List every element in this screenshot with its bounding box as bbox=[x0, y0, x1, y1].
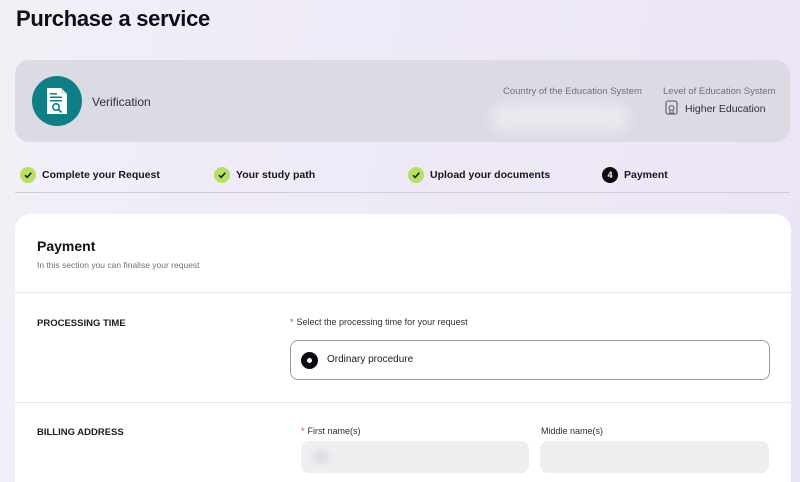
level-label: Level of Education System bbox=[663, 86, 776, 97]
check-icon bbox=[20, 167, 36, 183]
first-name-value bbox=[313, 450, 329, 464]
prompt-text: Select the processing time for your requ… bbox=[296, 317, 468, 327]
step-label: Upload your documents bbox=[430, 169, 551, 181]
step-label: Your study path bbox=[236, 169, 316, 181]
level-value: Higher Education bbox=[685, 103, 766, 115]
required-mark: * bbox=[301, 426, 305, 436]
step-complete-request[interactable]: Complete your Request bbox=[20, 167, 160, 183]
service-name: Verification bbox=[92, 95, 151, 109]
section-subtitle: In this section you can finalise your re… bbox=[37, 260, 200, 270]
step-label: Payment bbox=[624, 169, 668, 181]
first-name-label: * First name(s) bbox=[301, 426, 361, 436]
step-label: Complete your Request bbox=[42, 169, 160, 181]
step-number: 4 bbox=[602, 167, 618, 183]
divider bbox=[15, 292, 791, 293]
country-value bbox=[491, 103, 629, 133]
processing-time-label: PROCESSING TIME bbox=[37, 318, 126, 329]
check-icon bbox=[214, 167, 230, 183]
billing-address-label: BILLING ADDRESS bbox=[37, 427, 124, 438]
section-title: Payment bbox=[37, 238, 96, 254]
step-study-path[interactable]: Your study path bbox=[214, 167, 315, 183]
service-summary-card: Verification Country of the Education Sy… bbox=[15, 60, 790, 142]
graduation-certificate-icon bbox=[665, 100, 679, 121]
step-payment[interactable]: 4 Payment bbox=[602, 167, 668, 183]
divider bbox=[15, 402, 791, 403]
first-name-field[interactable] bbox=[301, 441, 529, 473]
country-label: Country of the Education System bbox=[503, 86, 642, 97]
processing-option-ordinary[interactable]: Ordinary procedure bbox=[290, 340, 770, 380]
radio-selected-icon[interactable] bbox=[301, 352, 318, 369]
required-mark: * bbox=[290, 317, 294, 327]
middle-name-field[interactable] bbox=[540, 441, 769, 473]
progress-steps: Complete your Request Your study path Up… bbox=[15, 163, 790, 193]
page-title: Purchase a service bbox=[16, 6, 210, 31]
middle-name-label: Middle name(s) bbox=[541, 426, 604, 436]
first-name-label-text: First name(s) bbox=[307, 426, 361, 436]
step-upload-documents[interactable]: Upload your documents bbox=[408, 167, 550, 183]
check-icon bbox=[408, 167, 424, 183]
document-search-icon bbox=[32, 76, 82, 126]
radio-label: Ordinary procedure bbox=[327, 354, 414, 365]
processing-time-prompt: * Select the processing time for your req… bbox=[290, 317, 468, 327]
payment-card: Payment In this section you can finalise… bbox=[15, 214, 791, 482]
